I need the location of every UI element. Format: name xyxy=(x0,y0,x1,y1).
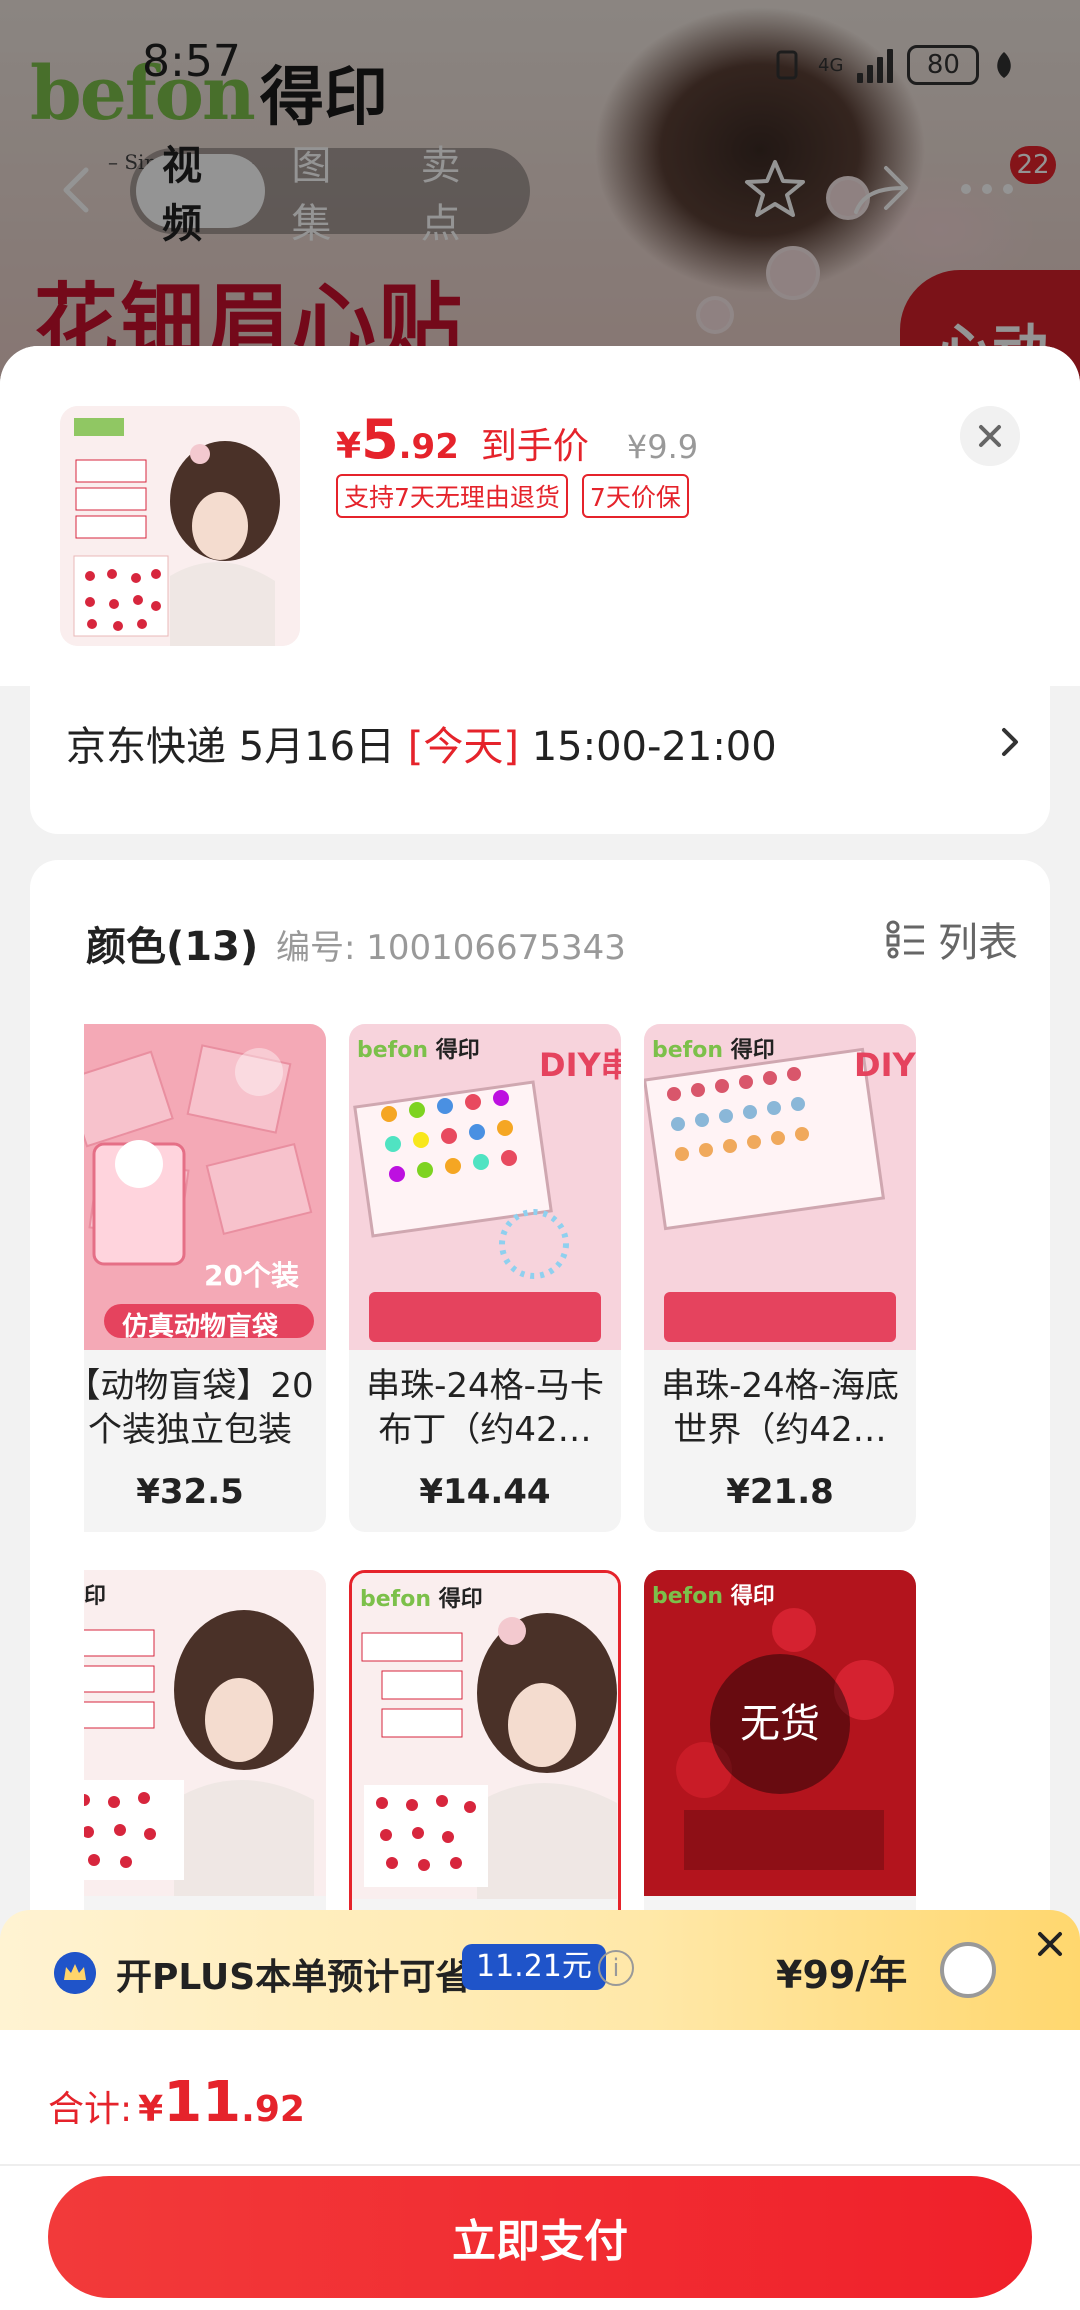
total-decimal: .92 xyxy=(241,2089,305,2130)
brand-mini-logo: 得印 xyxy=(84,1584,107,1609)
out-of-stock-badge: 无货 xyxy=(710,1654,850,1794)
sku-item-name: 【动物盲袋】20个装独立包装 xyxy=(84,1366,314,1450)
price-decimal: .92 xyxy=(398,427,459,467)
list-view-label: 列表 xyxy=(938,920,1018,966)
brand-mini-logo: befon 得印 xyxy=(652,1584,775,1609)
product-code: 编号: 100106675343 xyxy=(276,928,626,968)
total-integer: 11 xyxy=(163,2070,242,2135)
sku-item-image-title: DIY串 xyxy=(854,1046,916,1084)
list-view-toggle[interactable]: 列表 xyxy=(886,914,1018,966)
total-symbol: ¥ xyxy=(138,2089,164,2130)
crown-icon xyxy=(54,1952,96,1994)
sku-item-image-title: 仿真动物盲袋 xyxy=(122,1312,279,1342)
plus-membership-banner[interactable]: 开PLUS本单预计可省 11.21元 i ¥99/年 xyxy=(0,1910,1080,2030)
original-price: ¥9.9 xyxy=(626,428,699,466)
sku-grid: 20个装 仿真动物盲袋 【动物盲袋】20个装独立包装 ¥32.5 befon 得… xyxy=(84,1024,994,2024)
final-price-label: 到手价 xyxy=(480,426,589,467)
delivery-time: 京东快递 5月16日 [今天] 15:00-21:00 xyxy=(66,724,777,770)
sku-item-price: ¥32.5 xyxy=(136,1472,244,1512)
close-icon[interactable] xyxy=(1030,1924,1070,1964)
plus-opt-in-radio[interactable] xyxy=(940,1942,996,1998)
plus-annual-price: ¥99/年 xyxy=(776,1953,908,1997)
divider xyxy=(0,2164,1080,2166)
sku-item[interactable]: befon 得印 DIY串珠 串珠-24格-马卡布丁（约42… ¥14.44 xyxy=(349,1024,621,1532)
brand-mini-logo: befon 得印 xyxy=(652,1038,775,1063)
brand-mini-logo: befon 得印 xyxy=(360,1587,483,1612)
sku-item-image: 20个装 仿真动物盲袋 xyxy=(84,1024,326,1350)
pay-now-button[interactable]: 立即支付 xyxy=(48,2176,1032,2298)
close-icon[interactable] xyxy=(960,406,1020,466)
checkout-footer: 合计: ¥ 11 .92 立即支付 xyxy=(0,2030,1080,2310)
sku-item-image: befon 得印 DIY串珠 xyxy=(349,1024,621,1350)
sku-item-image-caption: 20个装 xyxy=(204,1259,299,1292)
sku-item-name: 串珠-24格-海底世界（约42… xyxy=(661,1366,899,1450)
list-icon xyxy=(886,920,924,959)
plus-savings-text: 开PLUS本单预计可省 xyxy=(116,1957,472,1998)
price-protection-tag: 7天价保 xyxy=(581,474,689,518)
product-thumbnail[interactable] xyxy=(60,406,300,646)
today-tag: [今天] xyxy=(407,724,519,770)
sku-item-name: 串珠-24格-马卡布丁（约42… xyxy=(366,1366,604,1450)
product-image xyxy=(60,406,300,646)
price-symbol: ¥ xyxy=(336,426,362,467)
info-icon[interactable]: i xyxy=(598,1950,634,1986)
price-row: ¥ 5 .92 到手价 ¥9.9 xyxy=(336,408,698,471)
sku-item-image: 得印 xyxy=(84,1570,326,1896)
sku-item-image: befon 得印 xyxy=(352,1573,618,1899)
sku-item[interactable]: befon 得印 DIY串 串珠-24格-海底世界（约42… ¥21.8 xyxy=(644,1024,916,1532)
brand-mini-logo: befon 得印 xyxy=(357,1038,480,1063)
sku-item-image: befon 得印 DIY串 xyxy=(644,1024,916,1350)
product-header: ¥ 5 .92 到手价 ¥9.9 支持7天无理由退货 7天价保 xyxy=(0,346,1080,686)
sku-item-image: befon 得印 无货 xyxy=(644,1570,916,1896)
color-count-title: 颜色(13) xyxy=(86,924,259,970)
sku-item[interactable]: 20个装 仿真动物盲袋 【动物盲袋】20个装独立包装 ¥32.5 xyxy=(84,1024,326,1532)
delivery-card[interactable]: 京东快递 5月16日 [今天] 15:00-21:00 xyxy=(30,666,1050,834)
sku-item-image-title: DIY串珠 xyxy=(539,1046,621,1084)
sku-header: 颜色(13) 编号: 100106675343 列表 xyxy=(86,914,1018,974)
total-label: 合计: xyxy=(48,2089,133,2130)
plus-savings-amount: 11.21元 xyxy=(462,1944,606,1990)
service-tags: 支持7天无理由退货 7天价保 xyxy=(336,474,689,518)
price-integer: 5 xyxy=(361,408,399,471)
return-policy-tag: 支持7天无理由退货 xyxy=(336,474,568,518)
chevron-right-icon xyxy=(1002,728,1018,756)
order-total: 合计: ¥ 11 .92 xyxy=(48,2070,305,2135)
sku-item-price: ¥14.44 xyxy=(419,1472,551,1512)
sku-item-price: ¥21.8 xyxy=(726,1472,834,1512)
